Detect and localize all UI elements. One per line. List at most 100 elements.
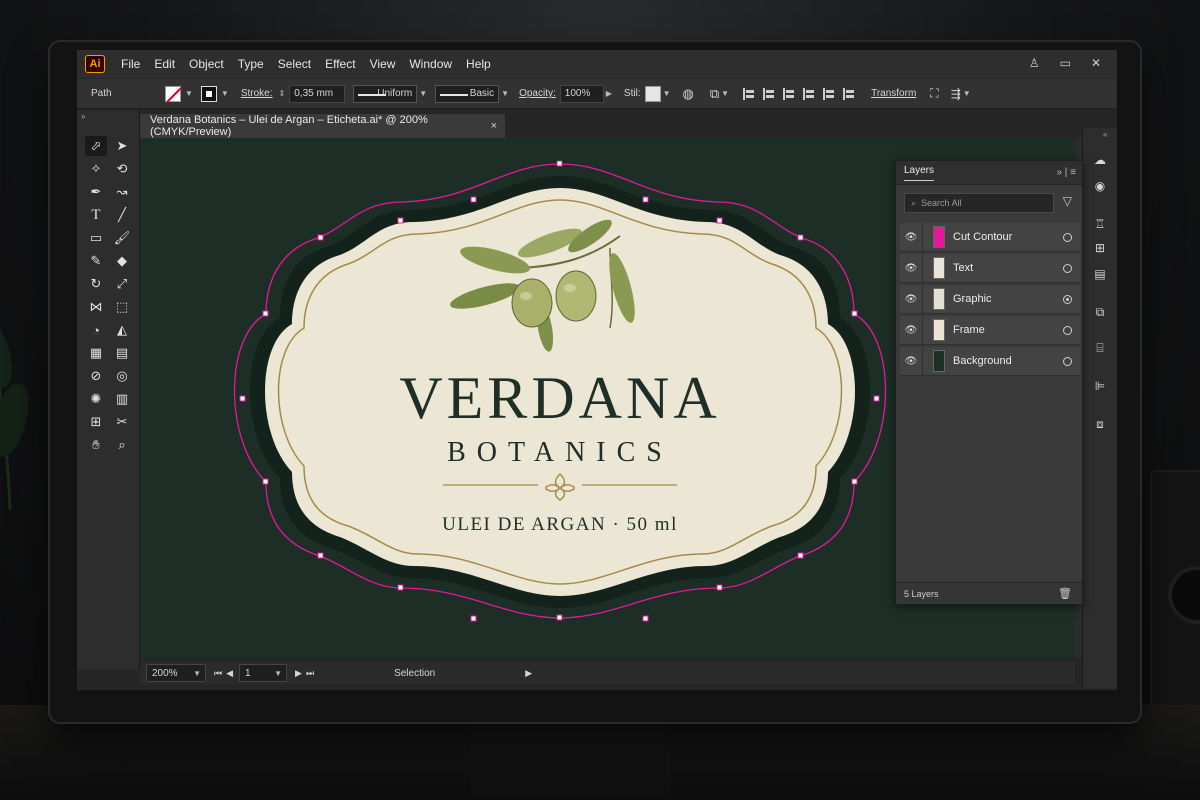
- pathfinder-panel-icon[interactable]: ⧉: [1092, 304, 1108, 320]
- visibility-eye-icon[interactable]: 👁︎: [900, 356, 922, 367]
- more-options-icon[interactable]: ⇶: [951, 87, 961, 101]
- artboard-tool-icon[interactable]: ⊞: [85, 412, 107, 432]
- rectangle-tool-icon[interactable]: ▭: [85, 228, 107, 248]
- stroke-dropdown-icon[interactable]: ▼: [221, 89, 229, 98]
- transform-link[interactable]: Transform: [871, 88, 916, 99]
- filter-icon[interactable]: ▽: [1063, 194, 1072, 208]
- swatches-panel-icon[interactable]: ▤: [1092, 266, 1108, 282]
- layer-target-icon[interactable]: [1063, 356, 1072, 366]
- layers-search-input[interactable]: ⌕ Search All: [904, 193, 1054, 213]
- layers-panel-icon[interactable]: ◉: [1092, 178, 1108, 194]
- align-to-dropdown-icon[interactable]: ▼: [721, 89, 729, 98]
- brand-text[interactable]: VERDANA: [399, 365, 720, 431]
- zoom-dropdown-icon[interactable]: ▼: [193, 669, 201, 678]
- product-text[interactable]: ULEI DE ARGAN · 50 ml: [442, 514, 678, 535]
- align-center-icon[interactable]: [763, 87, 775, 100]
- artboard-field[interactable]: 1 ▼: [239, 664, 288, 682]
- libraries-panel-icon[interactable]: ♖: [1092, 216, 1108, 232]
- minimize-icon[interactable]: ▭: [1060, 56, 1071, 70]
- opacity-label[interactable]: Opacity:: [519, 88, 556, 99]
- visibility-eye-icon[interactable]: 👁︎: [900, 325, 922, 336]
- perspective-grid-tool-icon[interactable]: ◭: [111, 320, 133, 340]
- selection-tool-icon[interactable]: ⬀: [85, 136, 107, 156]
- artboard-dropdown-icon[interactable]: ▼: [274, 669, 282, 678]
- style-dropdown-icon[interactable]: ▼: [663, 89, 671, 98]
- slice-tool-icon[interactable]: ✂: [111, 412, 133, 432]
- layer-name[interactable]: Cut Contour: [953, 231, 1012, 243]
- menu-select[interactable]: Select: [278, 57, 311, 71]
- width-tool-icon[interactable]: ⋈: [85, 297, 107, 317]
- rotate-tool-icon[interactable]: ↻: [85, 274, 107, 294]
- layers-tab[interactable]: Layers: [904, 165, 935, 181]
- graphic-style-swatch[interactable]: [644, 85, 661, 102]
- column-graph-tool-icon[interactable]: ▥: [111, 389, 133, 409]
- menu-effect[interactable]: Effect: [325, 57, 355, 71]
- variable-width-profile[interactable]: Uniform: [353, 84, 418, 103]
- last-artboard-icon[interactable]: ⏭: [306, 668, 314, 679]
- eyedropper-tool-icon[interactable]: ⊘: [85, 366, 107, 386]
- layer-name[interactable]: Frame: [953, 324, 985, 336]
- menu-type[interactable]: Type: [238, 57, 264, 71]
- menu-edit[interactable]: Edit: [154, 57, 175, 71]
- layer-target-icon[interactable]: [1063, 263, 1072, 273]
- stroke-panel-icon[interactable]: ⌸: [1092, 340, 1108, 356]
- hand-tool-icon[interactable]: ✋︎: [85, 435, 107, 455]
- layer-row-graphic[interactable]: 👁︎ Graphic: [900, 284, 1080, 314]
- layer-name[interactable]: Background: [953, 355, 1012, 367]
- next-artboard-icon[interactable]: ▶: [295, 668, 302, 679]
- curvature-tool-icon[interactable]: ↝: [111, 182, 133, 202]
- type-tool-icon[interactable]: T: [85, 205, 107, 225]
- zoom-tool-icon[interactable]: ⌕: [111, 435, 133, 455]
- align-right-icon[interactable]: [783, 87, 795, 100]
- shape-builder-tool-icon[interactable]: ◔: [85, 320, 107, 340]
- close-window-icon[interactable]: ✕: [1091, 56, 1101, 70]
- zoom-field[interactable]: 200% ▼: [146, 664, 206, 682]
- first-artboard-icon[interactable]: ⏮: [214, 668, 222, 679]
- opacity-arrow-icon[interactable]: ▶: [606, 89, 612, 98]
- menu-object[interactable]: Object: [189, 57, 224, 71]
- menu-window[interactable]: Window: [409, 57, 452, 71]
- transform-panel-icon[interactable]: ⧈: [1092, 416, 1108, 432]
- close-document-icon[interactable]: ×: [491, 120, 497, 132]
- sub-brand-text[interactable]: BOTANICS: [447, 437, 673, 468]
- scale-tool-icon[interactable]: ⤢: [111, 274, 133, 294]
- brush-definition[interactable]: Basic: [435, 84, 500, 103]
- properties-panel-icon[interactable]: ☁: [1092, 152, 1108, 168]
- panel-menu-icon[interactable]: » | ≡: [1056, 167, 1076, 178]
- layer-row-cut-contour[interactable]: 👁︎ Cut Contour: [900, 222, 1080, 252]
- blend-tool-icon[interactable]: ◎: [111, 366, 133, 386]
- symbol-sprayer-tool-icon[interactable]: ✺: [85, 389, 107, 409]
- collapse-toolbar-icon[interactable]: »: [81, 112, 85, 121]
- current-tool-label[interactable]: Selection: [394, 668, 435, 679]
- artboards-panel-icon[interactable]: ⊞: [1092, 240, 1108, 256]
- stroke-weight-field[interactable]: 0,35 mm: [289, 84, 346, 103]
- document-tab[interactable]: Verdana Botanics – Ulei de Argan – Etich…: [140, 114, 505, 138]
- free-transform-tool-icon[interactable]: ⬚: [111, 297, 133, 317]
- shaper-tool-icon[interactable]: ✎: [85, 251, 107, 271]
- gradient-tool-icon[interactable]: ▤: [111, 343, 133, 363]
- layer-target-icon[interactable]: [1063, 294, 1072, 304]
- visibility-eye-icon[interactable]: 👁︎: [900, 263, 922, 274]
- brush-dropdown-icon[interactable]: ▼: [501, 89, 509, 98]
- expand-panels-icon[interactable]: «: [1103, 130, 1107, 139]
- recolor-icon[interactable]: ◍: [683, 86, 694, 102]
- layer-name[interactable]: Text: [953, 262, 973, 274]
- direct-selection-tool-icon[interactable]: ➤: [111, 136, 133, 156]
- previous-artboard-icon[interactable]: ◀: [226, 668, 233, 679]
- line-tool-icon[interactable]: ╱: [111, 205, 133, 225]
- layer-name[interactable]: Graphic: [953, 293, 992, 305]
- status-menu-arrow-icon[interactable]: ▶: [525, 668, 532, 679]
- magic-wand-tool-icon[interactable]: ✧: [85, 159, 107, 179]
- fill-dropdown-icon[interactable]: ▼: [185, 89, 193, 98]
- layer-row-text[interactable]: 👁︎ Text: [900, 253, 1080, 283]
- profile-dropdown-icon[interactable]: ▼: [419, 89, 427, 98]
- align-left-icon[interactable]: [743, 87, 755, 100]
- paintbrush-tool-icon[interactable]: 🖌︎: [111, 228, 133, 248]
- align-bottom-icon[interactable]: [843, 87, 855, 100]
- layer-target-icon[interactable]: [1063, 232, 1072, 242]
- stroke-label[interactable]: Stroke:: [241, 88, 273, 99]
- isolate-icon[interactable]: ⛶: [930, 86, 938, 101]
- user-icon[interactable]: ♙: [1029, 56, 1040, 70]
- trash-icon[interactable]: 🗑︎: [1058, 587, 1072, 600]
- pen-tool-icon[interactable]: ✒: [85, 182, 107, 202]
